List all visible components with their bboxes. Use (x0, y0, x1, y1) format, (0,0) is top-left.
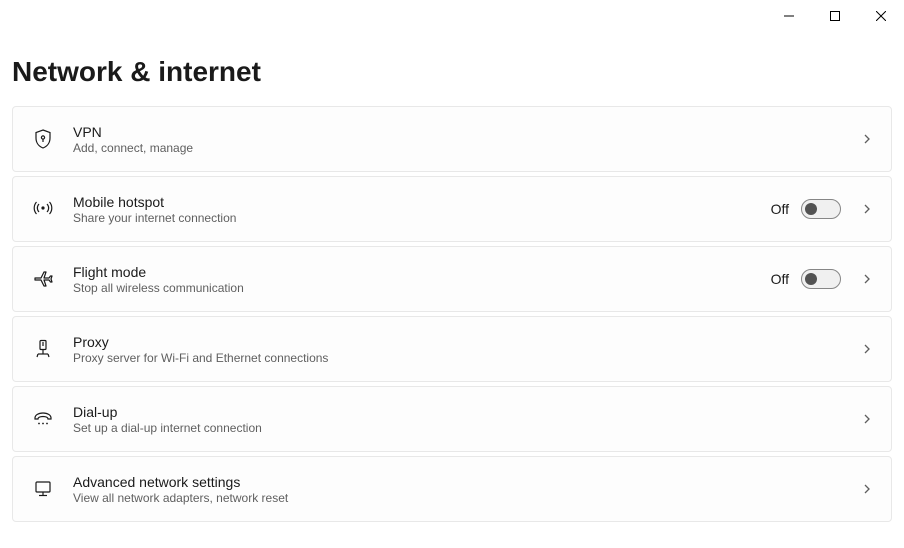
chevron-right-icon (861, 413, 873, 425)
settings-item-flight-mode[interactable]: Flight mode Stop all wireless communicat… (12, 246, 892, 312)
chevron-right-icon (861, 133, 873, 145)
item-title: Mobile hotspot (73, 194, 771, 210)
item-title: Proxy (73, 334, 853, 350)
toggle-knob (805, 203, 817, 215)
toggle-label: Off (771, 271, 789, 287)
close-button[interactable] (858, 0, 904, 32)
settings-item-proxy[interactable]: Proxy Proxy server for Wi-Fi and Etherne… (12, 316, 892, 382)
item-title: Dial-up (73, 404, 853, 420)
item-content: Mobile hotspot Share your internet conne… (73, 194, 771, 225)
item-title: VPN (73, 124, 853, 140)
hotspot-icon (33, 199, 53, 219)
item-content: Advanced network settings View all netwo… (73, 474, 853, 505)
item-desc: Add, connect, manage (73, 141, 853, 155)
item-title: Flight mode (73, 264, 771, 280)
item-right (853, 483, 873, 495)
item-content: VPN Add, connect, manage (73, 124, 853, 155)
settings-list: VPN Add, connect, manage Mobile hotspot … (0, 106, 904, 522)
toggle-knob (805, 273, 817, 285)
item-desc: View all network adapters, network reset (73, 491, 853, 505)
page-title: Network & internet (0, 34, 904, 106)
settings-item-dial-up[interactable]: Dial-up Set up a dial-up internet connec… (12, 386, 892, 452)
settings-item-advanced-network[interactable]: Advanced network settings View all netwo… (12, 456, 892, 522)
network-adapter-icon (33, 479, 53, 499)
item-right (853, 343, 873, 355)
item-content: Dial-up Set up a dial-up internet connec… (73, 404, 853, 435)
maximize-button[interactable] (812, 0, 858, 32)
chevron-right-icon (861, 273, 873, 285)
minimize-button[interactable] (766, 0, 812, 32)
item-right: Off (771, 199, 873, 219)
airplane-icon (33, 269, 53, 289)
settings-item-mobile-hotspot[interactable]: Mobile hotspot Share your internet conne… (12, 176, 892, 242)
chevron-right-icon (861, 483, 873, 495)
settings-item-vpn[interactable]: VPN Add, connect, manage (12, 106, 892, 172)
item-desc: Share your internet connection (73, 211, 771, 225)
chevron-right-icon (861, 203, 873, 215)
item-title: Advanced network settings (73, 474, 853, 490)
item-desc: Stop all wireless communication (73, 281, 771, 295)
item-content: Proxy Proxy server for Wi-Fi and Etherne… (73, 334, 853, 365)
proxy-icon (33, 339, 53, 359)
item-right: Off (771, 269, 873, 289)
window-controls (766, 0, 904, 32)
item-right (853, 133, 873, 145)
item-content: Flight mode Stop all wireless communicat… (73, 264, 771, 295)
item-desc: Proxy server for Wi-Fi and Ethernet conn… (73, 351, 853, 365)
toggle-label: Off (771, 201, 789, 217)
item-right (853, 413, 873, 425)
shield-lock-icon (33, 129, 53, 149)
chevron-right-icon (861, 343, 873, 355)
dial-up-icon (33, 409, 53, 429)
item-desc: Set up a dial-up internet connection (73, 421, 853, 435)
mobile-hotspot-toggle[interactable] (801, 199, 841, 219)
titlebar (0, 0, 904, 34)
flight-mode-toggle[interactable] (801, 269, 841, 289)
